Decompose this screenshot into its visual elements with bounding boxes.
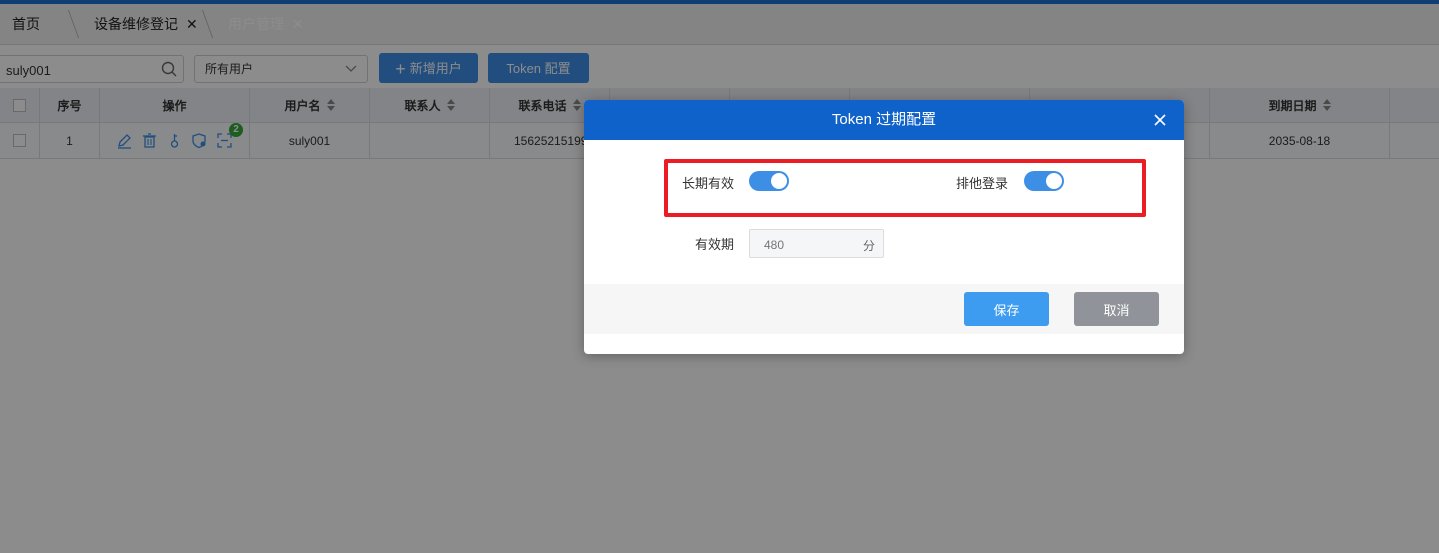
long-term-label: 长期有效 <box>682 176 735 191</box>
toggle-knob <box>1046 173 1062 189</box>
highlight-box <box>664 159 1146 217</box>
save-button[interactable]: 保存 <box>964 292 1049 326</box>
validity-input[interactable] <box>750 230 856 259</box>
validity-field: 分 <box>749 229 884 259</box>
exclusive-login-label: 排他登录 <box>956 176 1009 191</box>
cancel-button[interactable]: 取消 <box>1074 292 1159 326</box>
token-config-dialog: Token 过期配置 长期有效 排他登录 有效期 分 保存 取消 <box>584 100 1184 354</box>
dialog-header: Token 过期配置 <box>584 100 1184 140</box>
long-term-toggle[interactable] <box>749 171 789 191</box>
validity-label: 有效期 <box>695 237 735 252</box>
toggle-knob <box>771 173 787 189</box>
close-icon[interactable] <box>1152 112 1168 128</box>
dialog-title: Token 过期配置 <box>831 111 937 128</box>
exclusive-login-toggle[interactable] <box>1024 171 1064 191</box>
validity-unit: 分 <box>862 239 875 253</box>
dialog-footer: 保存 取消 <box>584 284 1184 334</box>
